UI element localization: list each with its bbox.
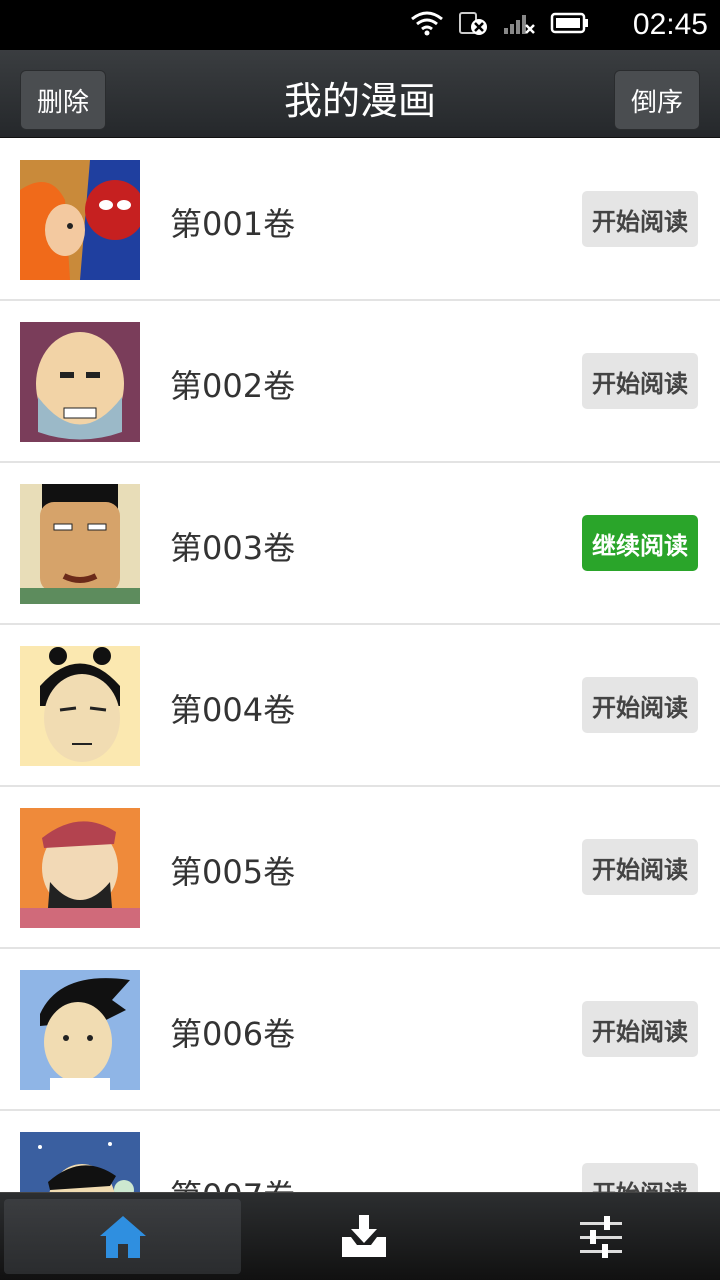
volume-row[interactable]: 第003卷 继续阅读 [0, 463, 720, 625]
page-title: 我的漫画 [283, 79, 436, 123]
read-button[interactable]: 开始阅读 [582, 1163, 698, 1192]
tab-home[interactable] [4, 1199, 242, 1274]
volume-thumbnail[interactable] [20, 970, 140, 1090]
status-bar: 02:45 [0, 0, 720, 50]
download-icon [341, 1214, 386, 1257]
signal-icon [504, 15, 535, 34]
title-bar: 删除 我的漫画 倒序 [0, 50, 720, 138]
volume-thumbnail[interactable] [20, 160, 140, 280]
volume-title: 第004卷 [170, 691, 296, 729]
sim-error-icon [459, 12, 487, 35]
volume-row[interactable]: 第001卷 开始阅读 [0, 139, 720, 301]
volume-title: 第006卷 [170, 1015, 296, 1053]
volume-row[interactable]: 第002卷 开始阅读 [0, 301, 720, 463]
tab-download[interactable] [245, 1193, 482, 1280]
status-time: 02:45 [632, 8, 708, 41]
settings-sliders-icon [580, 1215, 623, 1258]
volume-title: 第007卷 [170, 1171, 295, 1192]
volume-thumbnail[interactable] [20, 808, 140, 928]
volume-title: 第003卷 [170, 529, 296, 567]
volume-title: 第005卷 [170, 853, 296, 891]
volume-row[interactable]: 第007卷 开始阅读 [0, 1111, 720, 1192]
volume-thumbnail[interactable] [20, 1132, 140, 1192]
read-button[interactable]: 开始阅读 [582, 1001, 698, 1057]
volume-list: 第001卷 开始阅读 第002卷 开始阅读 第003卷 继续阅读 第004卷 开… [0, 139, 720, 1192]
volume-thumbnail[interactable] [20, 484, 140, 604]
volume-thumbnail[interactable] [20, 646, 140, 766]
reverse-order-button[interactable]: 倒序 [614, 70, 700, 130]
volume-title: 第001卷 [170, 205, 296, 243]
bottom-navigation [0, 1192, 720, 1280]
volume-row[interactable]: 第005卷 开始阅读 [0, 787, 720, 949]
battery-icon [550, 12, 588, 34]
volume-title: 第002卷 [170, 367, 296, 405]
tab-settings[interactable] [483, 1193, 720, 1280]
volume-row[interactable]: 第004卷 开始阅读 [0, 625, 720, 787]
read-button[interactable]: 开始阅读 [582, 839, 698, 895]
volume-row[interactable]: 第006卷 开始阅读 [0, 949, 720, 1111]
home-icon [99, 1215, 146, 1258]
continue-reading-button[interactable]: 继续阅读 [582, 515, 698, 571]
wifi-icon [411, 11, 443, 36]
volume-thumbnail[interactable] [20, 322, 140, 442]
read-button[interactable]: 开始阅读 [582, 353, 698, 409]
status-icons [410, 10, 590, 36]
read-button[interactable]: 开始阅读 [582, 677, 698, 733]
read-button[interactable]: 开始阅读 [582, 191, 698, 247]
